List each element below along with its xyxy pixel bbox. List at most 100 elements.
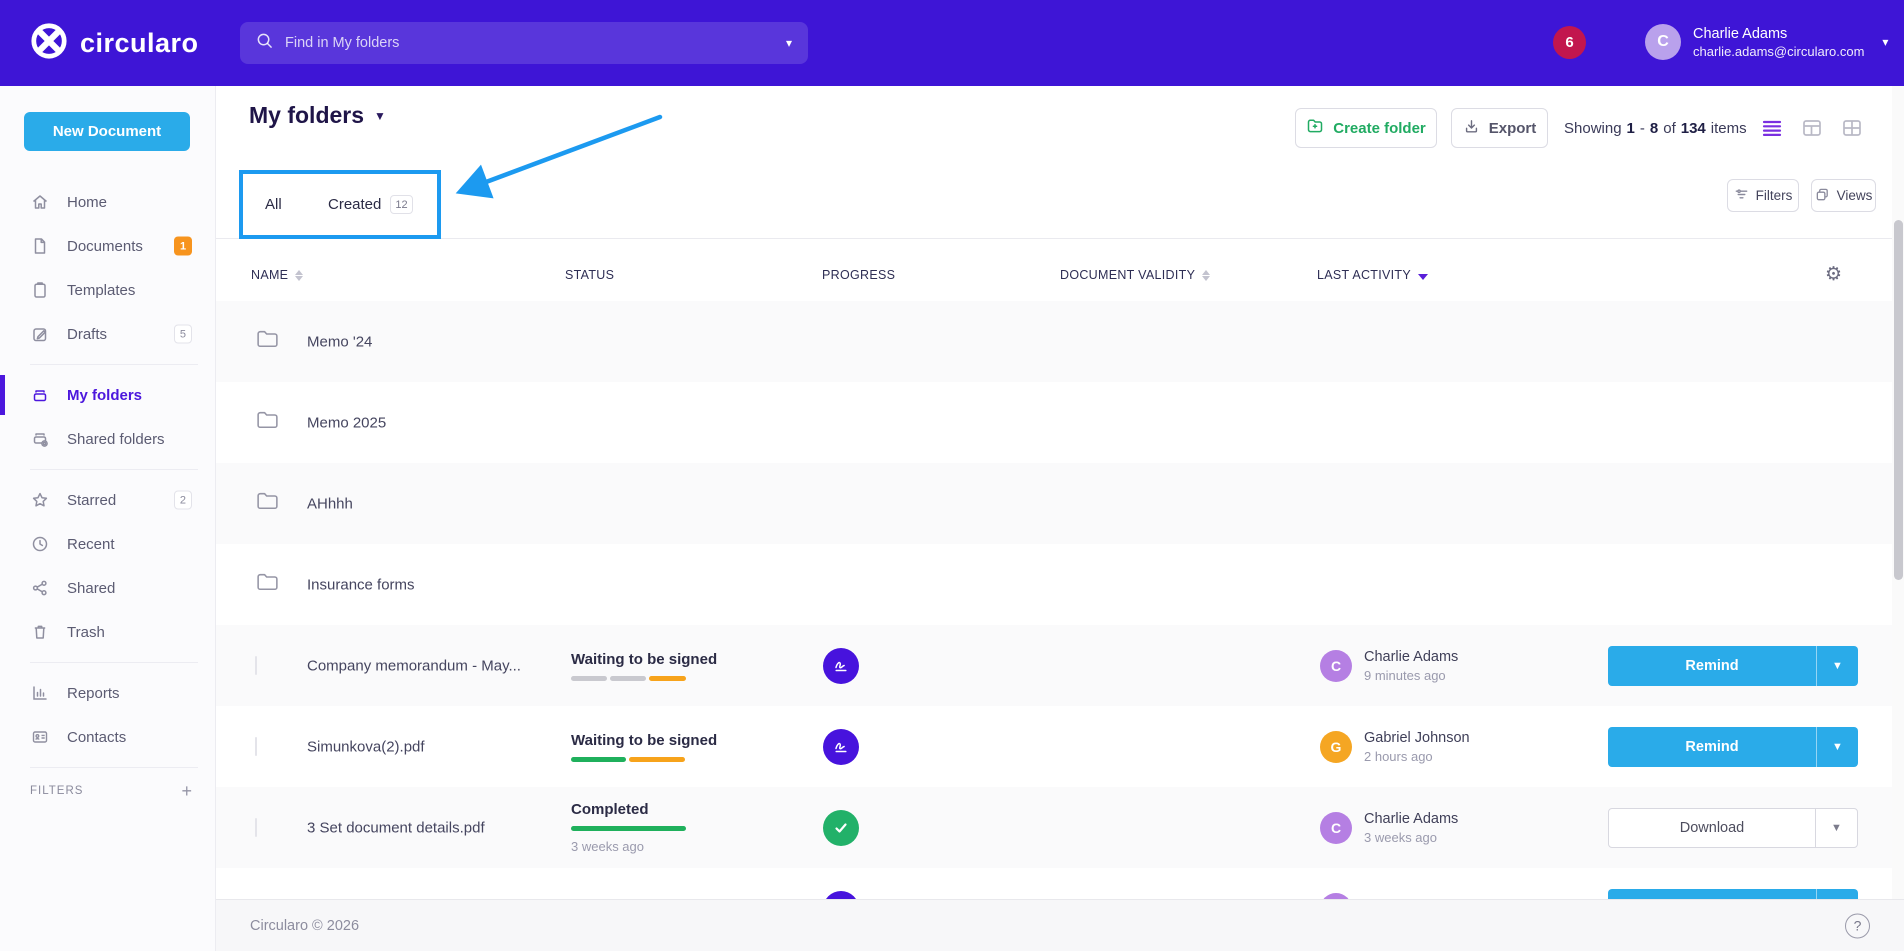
sort-icon: [295, 270, 303, 281]
remind-dropdown-caret-icon[interactable]: ▼: [1816, 727, 1858, 767]
download-button[interactable]: Download ▼: [1608, 808, 1858, 848]
row-progress-badge: [823, 810, 859, 846]
export-button[interactable]: Export: [1451, 108, 1548, 148]
search-scope-caret-icon[interactable]: ▾: [786, 36, 792, 50]
remind-button[interactable]: Remind ▼: [1608, 646, 1858, 686]
filters-button[interactable]: Filters: [1727, 179, 1799, 212]
sort-desc-icon: [1418, 274, 1428, 280]
search-input[interactable]: [285, 35, 776, 51]
create-folder-button[interactable]: Create folder: [1295, 108, 1437, 148]
table-row[interactable]: Insurance forms: [216, 544, 1892, 625]
list-view-icon[interactable]: [1761, 117, 1783, 139]
sidebar-item-reports[interactable]: Reports: [0, 671, 216, 715]
views-button[interactable]: Views: [1811, 179, 1876, 212]
sidebar-divider: [30, 364, 198, 365]
tab-all[interactable]: All: [249, 170, 298, 239]
actor-time: 9 minutes ago: [1364, 667, 1458, 684]
user-email: charlie.adams@circularo.com: [1693, 43, 1864, 60]
user-menu-caret-icon[interactable]: ▾: [1882, 35, 1888, 49]
column-header-name[interactable]: NAME: [251, 249, 303, 301]
share-icon: [30, 578, 50, 598]
table-row[interactable]: Memo '24: [216, 301, 1892, 382]
sidebar-item-my-folders[interactable]: My folders: [0, 373, 216, 417]
column-header-document-validity[interactable]: DOCUMENT VALIDITY: [1060, 249, 1210, 301]
user-name: Charlie Adams: [1693, 25, 1864, 43]
sidebar-divider: [30, 662, 198, 663]
copyright-text: Circularo © 2026: [250, 918, 359, 934]
global-search[interactable]: ▾: [240, 22, 808, 64]
help-icon[interactable]: ?: [1845, 913, 1870, 938]
table-row[interactable]: AHhhh: [216, 463, 1892, 544]
column-header-last-activity[interactable]: LAST ACTIVITY: [1317, 249, 1428, 301]
sidebar-item-documents[interactable]: Documents 1: [0, 224, 216, 268]
row-progress-badge: [823, 648, 859, 684]
row-status: Completed 3 weeks ago: [571, 787, 686, 868]
actor-avatar: C: [1320, 812, 1352, 844]
table-row[interactable]: Memo 2025: [216, 382, 1892, 463]
sidebar-item-shared-folders[interactable]: Shared folders: [0, 417, 216, 461]
document-thumbnail: [255, 657, 257, 675]
progress-bar: [571, 826, 686, 831]
sidebar-item-drafts[interactable]: Drafts 5: [0, 312, 216, 356]
table-body: Memo '24 Memo 2025 AHhhh Insurance forms…: [216, 301, 1892, 949]
document-icon: [30, 236, 50, 256]
scrollbar-thumb[interactable]: [1894, 220, 1903, 580]
row-name: Memo 2025: [307, 414, 386, 431]
row-name: Insurance forms: [307, 576, 415, 593]
download-icon: [1463, 118, 1480, 139]
download-dropdown-caret-icon[interactable]: ▼: [1815, 809, 1857, 847]
sidebar-item-contacts[interactable]: Contacts: [0, 715, 216, 759]
folder-icon: [255, 408, 280, 438]
add-filter-button[interactable]: +: [181, 782, 192, 800]
brand[interactable]: circularo: [30, 0, 199, 86]
table-view-icon[interactable]: [1801, 117, 1823, 139]
filters-icon: [1734, 187, 1749, 205]
signature-pending-icon: [823, 729, 859, 765]
row-progress-badge: [823, 729, 859, 765]
folder-icon: [255, 327, 280, 357]
actor-avatar: C: [1320, 650, 1352, 682]
remind-button[interactable]: Remind ▼: [1608, 727, 1858, 767]
column-header-status[interactable]: STATUS: [565, 249, 614, 301]
status-time: 3 weeks ago: [571, 839, 686, 854]
top-header-bar: circularo ▾ 6 C Charlie Adams charlie.ad…: [0, 0, 1904, 86]
folder-icon: [255, 570, 280, 600]
grid-view-icon[interactable]: [1841, 117, 1863, 139]
progress-bar: [571, 676, 717, 681]
actor-time: 2 hours ago: [1364, 748, 1470, 765]
actor-name: Charlie Adams: [1364, 648, 1458, 667]
table-row[interactable]: Simunkova(2).pdf Waiting to be signed G …: [216, 706, 1892, 787]
sidebar-item-trash[interactable]: Trash: [0, 610, 216, 654]
table-row[interactable]: Company memorandum - May... Waiting to b…: [216, 625, 1892, 706]
sidebar-item-recent[interactable]: Recent: [0, 522, 216, 566]
sidebar-item-templates[interactable]: Templates: [0, 268, 216, 312]
clipboard-icon: [30, 280, 50, 300]
sort-icon: [1202, 270, 1210, 281]
row-status: Waiting to be signed: [571, 706, 717, 787]
table-settings-gear-icon[interactable]: ⚙: [1825, 263, 1842, 285]
row-last-activity: C Charlie Adams 9 minutes ago: [1320, 648, 1458, 684]
notification-badge[interactable]: 6: [1553, 26, 1586, 59]
row-last-activity: G Gabriel Johnson 2 hours ago: [1320, 729, 1470, 765]
sidebar-item-starred[interactable]: Starred 2: [0, 478, 216, 522]
column-header-progress[interactable]: PROGRESS: [822, 249, 895, 301]
remind-dropdown-caret-icon[interactable]: ▼: [1816, 646, 1858, 686]
brand-name: circularo: [80, 28, 199, 59]
sidebar-item-shared[interactable]: Shared: [0, 566, 216, 610]
page-title[interactable]: My folders ▼: [249, 102, 386, 129]
user-menu[interactable]: C Charlie Adams charlie.adams@circularo.…: [1645, 24, 1888, 60]
bar-chart-icon: [30, 683, 50, 703]
new-document-button[interactable]: New Document: [24, 112, 190, 151]
shared-folder-tray-icon: [30, 429, 50, 449]
table-row[interactable]: 3 Set document details.pdf Completed 3 w…: [216, 787, 1892, 868]
page-title-caret-icon[interactable]: ▼: [374, 109, 386, 123]
created-count-badge: 12: [390, 195, 412, 214]
folder-tabs: All Created 12: [216, 170, 1904, 239]
folder-icon: [255, 489, 280, 519]
circularo-logo-icon: [30, 22, 68, 65]
tab-created[interactable]: Created 12: [320, 170, 421, 239]
sidebar-item-home[interactable]: Home: [0, 180, 216, 224]
actor-avatar: G: [1320, 731, 1352, 763]
contact-card-icon: [30, 727, 50, 747]
progress-bar: [571, 757, 717, 762]
